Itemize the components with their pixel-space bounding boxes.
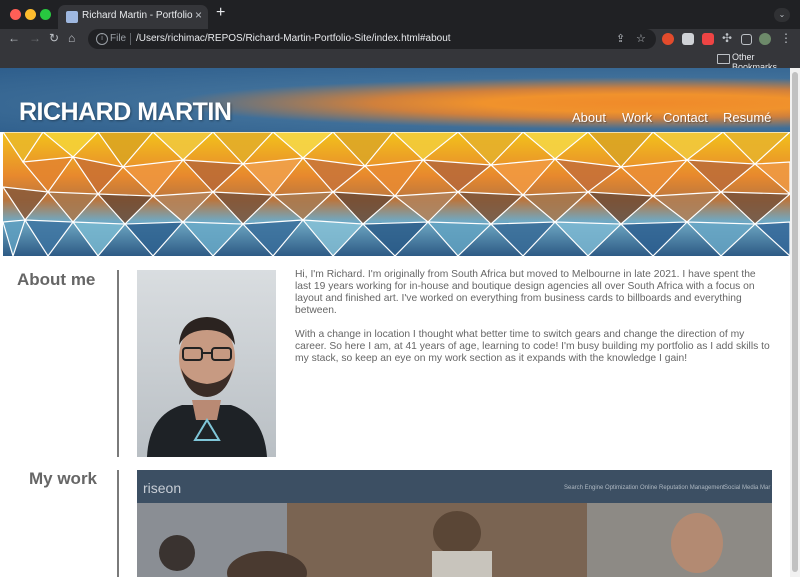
- preview-nav-item: Online Reputation Management: [640, 485, 725, 491]
- tab-close-icon[interactable]: ×: [195, 8, 202, 22]
- address-bar[interactable]: i File /Users/richimac/REPOS/Richard-Mar…: [88, 29, 656, 49]
- work-project-preview[interactable]: riseon Search Engine Optimization Online…: [137, 470, 772, 577]
- bio-paragraph: With a change in location I thought what…: [295, 329, 770, 364]
- share-icon[interactable]: ⇪: [616, 32, 625, 45]
- about-divider: [117, 270, 119, 457]
- low-poly-pattern: [1, 131, 790, 259]
- browser-menu-icon[interactable]: ⋮: [780, 31, 792, 45]
- site-title[interactable]: RICHARD MARTIN: [19, 98, 232, 127]
- reload-icon[interactable]: ↻: [49, 31, 59, 45]
- work-divider: [117, 470, 119, 577]
- close-window-button[interactable]: [10, 9, 21, 20]
- about-bio: Hi, I'm Richard. I'm originally from Sou…: [295, 269, 773, 377]
- profile-photo: [137, 270, 276, 457]
- portrait-illustration: [147, 317, 267, 457]
- preview-nav-item: Search Engine Optimization: [564, 485, 639, 491]
- work-heading: My work: [29, 469, 98, 488]
- url-text[interactable]: /Users/richimac/REPOS/Richard-Martin-Por…: [136, 33, 451, 44]
- new-tab-button[interactable]: +: [216, 4, 225, 22]
- tab-search-icon[interactable]: ⌄: [774, 8, 790, 22]
- nav-work[interactable]: Work: [622, 110, 652, 125]
- page-scrollbar[interactable]: [790, 68, 800, 577]
- side-panel-icon[interactable]: [741, 34, 752, 45]
- extension-icon[interactable]: [702, 33, 714, 45]
- extension-icon[interactable]: [662, 33, 674, 45]
- folder-icon: [717, 54, 730, 64]
- nav-about[interactable]: About: [572, 110, 606, 125]
- extensions-puzzle-icon[interactable]: ✣: [722, 31, 732, 45]
- bookmark-star-icon[interactable]: ☆: [636, 32, 646, 45]
- bookmarks-bar: Other Bookmarks: [0, 49, 800, 72]
- geometric-banner: [1, 131, 790, 259]
- site-header: RICHARD MARTIN About Work Contact Resumé: [0, 68, 790, 132]
- info-icon[interactable]: i: [96, 33, 108, 45]
- preview-nav-item: Social Media Mar: [724, 485, 771, 491]
- forward-icon[interactable]: →: [29, 31, 41, 45]
- minimize-window-button[interactable]: [25, 9, 36, 20]
- home-icon[interactable]: ⌂: [68, 31, 75, 45]
- preview-logo: riseon: [143, 480, 182, 496]
- page-viewport: RICHARD MARTIN About Work Contact Resumé: [0, 68, 790, 577]
- about-heading: About me: [17, 270, 96, 289]
- profile-avatar[interactable]: [759, 33, 771, 45]
- bio-paragraph: Hi, I'm Richard. I'm originally from Sou…: [295, 269, 756, 316]
- preview-topbar: riseon Search Engine Optimization Online…: [137, 470, 772, 503]
- tab-title: Richard Martin - Portfolio: [82, 10, 193, 21]
- preview-photo: [137, 503, 772, 577]
- url-scheme: File: [110, 33, 127, 44]
- nav-resume[interactable]: Resumé: [723, 110, 771, 125]
- url-separator: [130, 33, 131, 45]
- browser-tab[interactable]: Richard Martin - Portfolio ×: [58, 5, 208, 29]
- nav-contact[interactable]: Contact: [663, 110, 708, 125]
- browser-tab-bar: Richard Martin - Portfolio × + ⌄: [0, 0, 800, 29]
- extension-icon[interactable]: [682, 33, 694, 45]
- back-icon[interactable]: ←: [8, 31, 20, 45]
- browser-toolbar: ← → ↻ ⌂ i File /Users/richimac/REPOS/Ric…: [0, 29, 800, 49]
- favicon-icon: [66, 11, 78, 23]
- scrollbar-thumb[interactable]: [792, 72, 798, 572]
- maximize-window-button[interactable]: [40, 9, 51, 20]
